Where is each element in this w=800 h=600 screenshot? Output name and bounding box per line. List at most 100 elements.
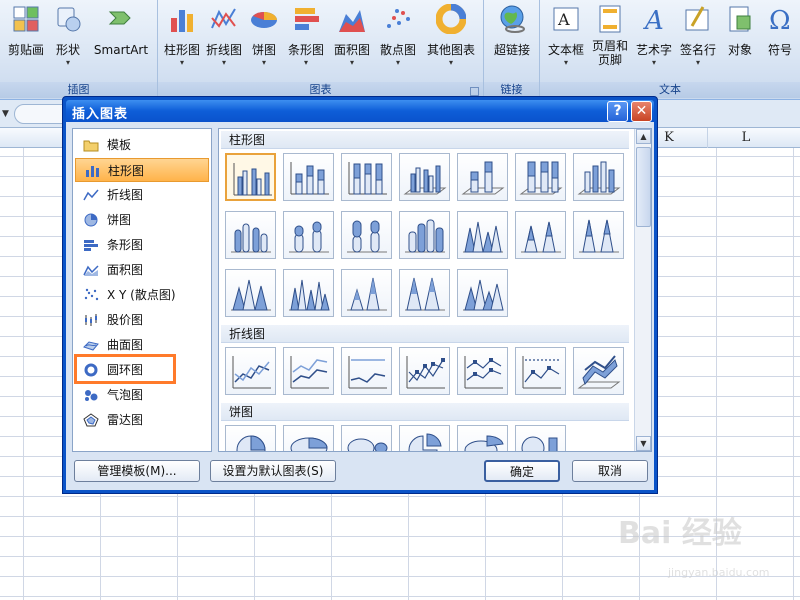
3d-column-thumbnail[interactable] bbox=[573, 153, 624, 201]
stacked-cylinder-thumbnail[interactable] bbox=[283, 211, 334, 259]
chart-type-label: 气泡图 bbox=[107, 388, 144, 402]
folder-icon bbox=[83, 140, 99, 152]
percent-stacked-pyramid-thumbnail[interactable] bbox=[399, 269, 450, 317]
chart-type-radar[interactable]: 雷达图 bbox=[75, 408, 209, 432]
pie-of-pie-thumbnail[interactable] bbox=[341, 425, 392, 451]
baidu-watermark: Bai 经验 jingyan.baidu.com bbox=[618, 508, 798, 588]
stacked-column-thumbnail[interactable] bbox=[283, 153, 334, 201]
cancel-button[interactable]: 取消 bbox=[572, 460, 648, 482]
header-footer-icon bbox=[599, 5, 621, 33]
cone-chart-icon bbox=[231, 279, 271, 311]
cylinder-chart-icon bbox=[347, 220, 387, 253]
line-with-markers-thumbnail[interactable] bbox=[399, 347, 450, 395]
clustered-cone-thumbnail[interactable] bbox=[457, 211, 508, 259]
chart-type-stock[interactable]: 股价图 bbox=[75, 308, 209, 332]
chart-type-line[interactable]: 折线图 bbox=[75, 183, 209, 207]
pie-chart-button[interactable]: 饼图 ▾ bbox=[246, 4, 282, 67]
pie-chart-icon bbox=[236, 435, 266, 451]
close-button[interactable]: ✕ bbox=[631, 101, 652, 122]
3d-pie-thumbnail[interactable] bbox=[283, 425, 334, 451]
3d-cylinder-thumbnail[interactable] bbox=[399, 211, 450, 259]
3d-exploded-pie-thumbnail[interactable] bbox=[457, 425, 508, 451]
ribbon-group-illustrations: 剪贴画 形状 ▾ SmartArt 插图 bbox=[0, 0, 158, 100]
textbox-label: 文本框 bbox=[547, 43, 584, 57]
smartart-icon bbox=[108, 11, 131, 25]
shapes-button[interactable]: 形状 ▾ bbox=[50, 4, 86, 67]
dialog-titlebar[interactable]: 插入图表 ? ✕ bbox=[66, 100, 654, 122]
bar-of-pie-thumbnail[interactable] bbox=[515, 425, 566, 451]
stacked-line-markers-thumbnail[interactable] bbox=[457, 347, 508, 395]
object-icon bbox=[729, 6, 751, 32]
bubble-chart-icon bbox=[85, 390, 98, 401]
chart-type-column[interactable]: 柱形图 bbox=[75, 158, 209, 182]
scroll-up-icon[interactable]: ▲ bbox=[636, 129, 651, 144]
section-header-line: 折线图 bbox=[221, 325, 629, 343]
help-button[interactable]: ? bbox=[607, 101, 628, 122]
ok-button[interactable]: 确定 bbox=[484, 460, 560, 482]
bar-chart-icon bbox=[84, 240, 98, 251]
scatter-chart-button[interactable]: 散点图 ▾ bbox=[376, 4, 420, 67]
scrollbar-thumb[interactable] bbox=[636, 147, 651, 227]
chart-type-area[interactable]: 面积图 bbox=[75, 258, 209, 282]
3d-clustered-column-thumbnail[interactable] bbox=[399, 153, 450, 201]
wordart-button[interactable]: A 艺术字 ▾ bbox=[632, 4, 676, 67]
column-chart-button[interactable]: 柱形图 ▾ bbox=[162, 4, 202, 67]
percent-line-markers-thumbnail[interactable] bbox=[515, 347, 566, 395]
clustered-cylinder-thumbnail[interactable] bbox=[225, 211, 276, 259]
3d-pyramid-thumbnail[interactable] bbox=[457, 269, 508, 317]
signature-line-button[interactable]: 签名行 ▾ bbox=[676, 4, 720, 67]
svg-text:A: A bbox=[643, 6, 664, 34]
line-chart-button[interactable]: 折线图 ▾ bbox=[204, 4, 244, 67]
3d-cone-thumbnail[interactable] bbox=[225, 269, 276, 317]
hyperlink-button[interactable]: 超链接 bbox=[488, 4, 536, 57]
ribbon-group-charts: 柱形图 ▾ 折线图 ▾ 饼图 ▾ 条形图 ▾ 面积图 ▾ 散点图 ▾ 其他图表 … bbox=[158, 0, 484, 100]
manage-templates-button[interactable]: 管理模板(M)... bbox=[74, 460, 200, 482]
dialog-launcher-icon[interactable] bbox=[470, 87, 479, 96]
chart-type-bubble[interactable]: 气泡图 bbox=[75, 383, 209, 407]
chart-type-label: 模板 bbox=[107, 138, 132, 152]
chart-type-templates[interactable]: 模板 bbox=[75, 133, 209, 157]
other-charts-button[interactable]: 其他图表 ▾ bbox=[422, 3, 480, 67]
line-thumbnail[interactable] bbox=[225, 347, 276, 395]
exploded-pie-thumbnail[interactable] bbox=[399, 425, 450, 451]
header-footer-label: 页眉和 页脚 bbox=[591, 39, 628, 67]
percent-stacked-cone-thumbnail[interactable] bbox=[573, 211, 624, 259]
line-markers-icon bbox=[522, 356, 561, 389]
clipart-button[interactable]: 剪贴画 bbox=[4, 4, 48, 57]
clustered-pyramid-thumbnail[interactable] bbox=[283, 269, 334, 317]
gallery-scrollbar[interactable]: ▲ ▼ bbox=[634, 129, 651, 451]
percent-stacked-cylinder-thumbnail[interactable] bbox=[341, 211, 392, 259]
smartart-button[interactable]: SmartArt bbox=[90, 4, 152, 57]
textbox-button[interactable]: A 文本框 ▾ bbox=[544, 4, 588, 67]
stacked-pyramid-thumbnail[interactable] bbox=[341, 269, 392, 317]
object-button[interactable]: 对象 bbox=[720, 4, 760, 57]
chart-type-scatter[interactable]: X Y (散点图) bbox=[75, 283, 209, 307]
clustered-column-thumbnail[interactable] bbox=[225, 153, 276, 201]
insert-chart-dialog: 插入图表 ? ✕ 模板 柱形图 折线图 饼图 条形图 面积图 X Y (散点图)… bbox=[62, 96, 658, 494]
column-header-l[interactable]: L bbox=[707, 128, 784, 148]
bar-chart-button[interactable]: 条形图 ▾ bbox=[284, 4, 328, 67]
percent-stacked-line-thumbnail[interactable] bbox=[341, 347, 392, 395]
area-chart-button[interactable]: 面积图 ▾ bbox=[330, 4, 374, 67]
3d-stacked-column-thumbnail[interactable] bbox=[457, 153, 508, 201]
annotation-highlight-box bbox=[74, 354, 176, 384]
chart-type-label: 雷达图 bbox=[107, 413, 144, 427]
percent-stacked-column-thumbnail[interactable] bbox=[341, 153, 392, 201]
percent-stacked-column-icon bbox=[348, 162, 387, 195]
scroll-down-icon[interactable]: ▼ bbox=[636, 436, 651, 451]
pie-thumbnail[interactable] bbox=[225, 425, 276, 451]
chart-type-bar[interactable]: 条形图 bbox=[75, 233, 209, 257]
symbol-label: 符号 bbox=[767, 43, 792, 57]
pie-chart-icon bbox=[464, 435, 504, 451]
line-markers-icon bbox=[464, 356, 503, 389]
chart-type-pie[interactable]: 饼图 bbox=[75, 208, 209, 232]
set-default-chart-button[interactable]: 设置为默认图表(S) bbox=[210, 460, 336, 482]
3d-percent-stacked-column-thumbnail[interactable] bbox=[515, 153, 566, 201]
3d-line-thumbnail[interactable] bbox=[573, 347, 624, 395]
chevron-down-icon[interactable]: ▼ bbox=[2, 109, 9, 119]
symbol-button[interactable]: Ω 符号 bbox=[762, 4, 798, 57]
chart-type-label: 条形图 bbox=[107, 238, 144, 252]
header-footer-button[interactable]: 页眉和 页脚 bbox=[588, 4, 632, 67]
stacked-line-thumbnail[interactable] bbox=[283, 347, 334, 395]
stacked-cone-thumbnail[interactable] bbox=[515, 211, 566, 259]
